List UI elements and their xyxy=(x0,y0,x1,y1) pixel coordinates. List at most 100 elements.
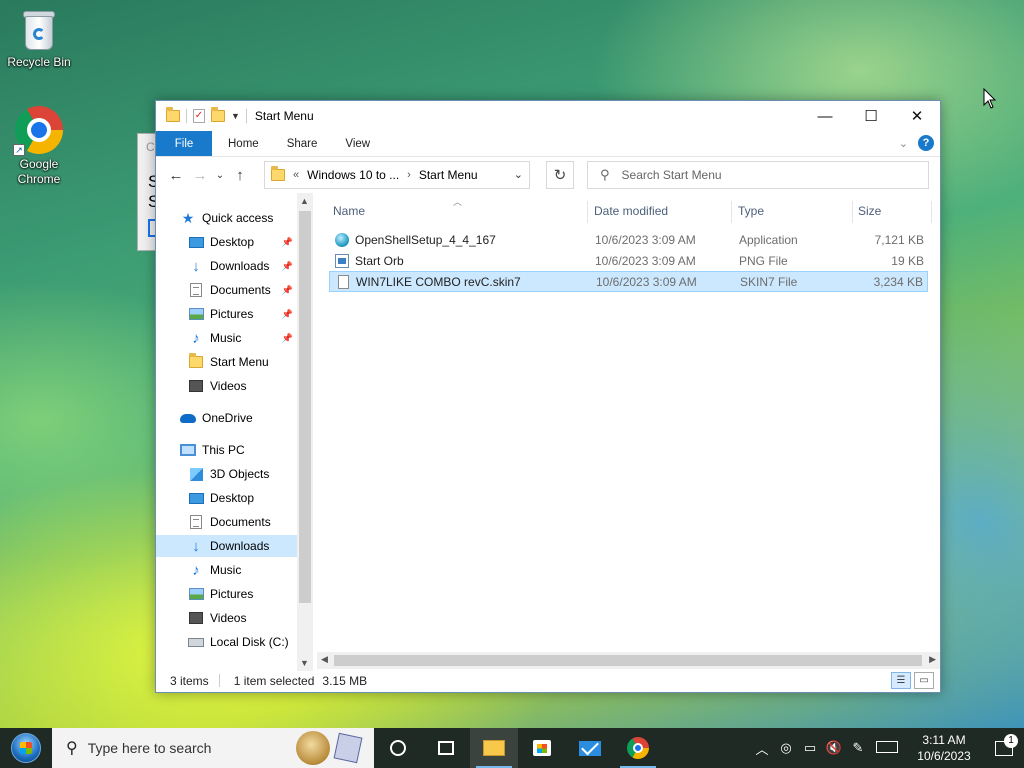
search-highlight-image[interactable] xyxy=(296,731,366,765)
table-row[interactable]: OpenShellSetup_4_4_167 10/6/2023 3:09 AM… xyxy=(329,230,928,251)
taskbar-chrome[interactable] xyxy=(614,728,662,768)
scrollbar-thumb[interactable] xyxy=(299,211,311,603)
maximize-button[interactable]: ☐ xyxy=(848,101,894,131)
pin-icon: 📌 xyxy=(281,332,293,343)
column-header-name[interactable]: Name xyxy=(333,204,365,218)
start-orb-icon xyxy=(11,733,41,763)
large-icons-view-button[interactable]: ▭ xyxy=(914,672,934,689)
tab-view[interactable]: View xyxy=(331,131,384,156)
chrome-icon xyxy=(627,737,649,759)
scrollbar-thumb[interactable] xyxy=(334,655,922,666)
nav-item-documents[interactable]: Documents xyxy=(156,511,297,533)
task-view-button[interactable] xyxy=(422,728,470,768)
minimize-button[interactable]: — xyxy=(802,101,848,131)
folder-icon xyxy=(166,107,180,122)
help-icon[interactable]: ? xyxy=(918,135,934,151)
cortana-button[interactable] xyxy=(374,728,422,768)
scroll-left-icon[interactable]: ◀ xyxy=(321,654,328,665)
desktop-icon-google-chrome[interactable]: ↗ Google Chrome xyxy=(1,106,77,187)
chevron-down-icon[interactable]: ⌄ xyxy=(514,168,523,181)
up-button[interactable]: ↑ xyxy=(228,167,252,184)
mouse-cursor-icon xyxy=(983,88,997,109)
system-tray: ︿ ◎ ▭ 🔇 ✎ 3:11 AM 10/6/2023 1 xyxy=(750,728,1024,768)
customize-toolbar-icon[interactable]: ▼ xyxy=(231,111,240,121)
nav-item-music[interactable]: ♪ Music 📌 xyxy=(156,327,297,349)
breadcrumb-item[interactable]: Start Menu xyxy=(419,168,478,182)
file-type: PNG File xyxy=(739,254,788,268)
nav-item-pictures[interactable]: Pictures xyxy=(156,583,297,605)
nav-item-desktop[interactable]: Desktop xyxy=(156,487,297,509)
start-button[interactable] xyxy=(0,728,52,768)
forward-button[interactable]: → xyxy=(188,167,212,184)
refresh-button[interactable]: ↻ xyxy=(546,161,574,189)
desktop-icon xyxy=(188,492,204,504)
breadcrumb-overflow[interactable]: « xyxy=(293,169,299,181)
title-bar[interactable]: ✓ ▼ Start Menu — ☐ ✕ xyxy=(156,101,940,131)
chevron-right-icon[interactable]: › xyxy=(407,169,411,181)
taskbar-search-placeholder: Type here to search xyxy=(87,740,212,756)
details-view-button[interactable]: ☰ xyxy=(891,672,911,689)
desktop-icon-label: Google Chrome xyxy=(17,157,61,186)
recent-locations-button[interactable]: ⌄ xyxy=(212,170,228,181)
music-icon: ♪ xyxy=(192,329,200,347)
close-button[interactable]: ✕ xyxy=(894,101,940,131)
desktop-icon xyxy=(188,236,204,248)
nav-item-3d-objects[interactable]: 3D Objects xyxy=(156,463,297,485)
nav-item-local-disk[interactable]: Local Disk (C:) xyxy=(156,631,297,653)
properties-icon[interactable]: ✓ xyxy=(193,109,205,123)
taskbar-mail[interactable] xyxy=(566,728,614,768)
address-bar[interactable]: « Windows 10 to ... › Start Menu ⌄ xyxy=(264,161,530,189)
table-row[interactable]: Start Orb 10/6/2023 3:09 AM PNG File 19 … xyxy=(329,251,928,272)
nav-item-downloads[interactable]: ↓ Downloads 📌 xyxy=(156,255,297,277)
horizontal-scrollbar[interactable]: ◀ ▶ xyxy=(317,652,940,669)
taskbar-store[interactable] xyxy=(518,728,566,768)
nav-this-pc[interactable]: This PC xyxy=(156,439,297,461)
touch-keyboard-icon[interactable] xyxy=(870,740,904,756)
column-header-size[interactable]: Size xyxy=(858,204,881,218)
volume-muted-icon[interactable]: 🔇 xyxy=(822,740,846,756)
nav-item-pictures[interactable]: Pictures 📌 xyxy=(156,303,297,325)
generic-file-icon xyxy=(338,275,349,289)
action-center-button[interactable]: 1 xyxy=(984,733,1024,756)
back-button[interactable]: ← xyxy=(164,167,188,184)
new-folder-icon[interactable] xyxy=(211,107,225,122)
nav-item-start-menu[interactable]: Start Menu xyxy=(156,351,297,373)
cube-icon xyxy=(189,467,203,481)
nav-item-downloads-selected[interactable]: ↓ Downloads xyxy=(156,535,297,557)
network-icon[interactable]: ▭ xyxy=(798,740,822,756)
navigation-scrollbar[interactable]: ▲ ▼ xyxy=(297,193,313,671)
desktop-icon-recycle-bin[interactable]: Recycle Bin xyxy=(1,8,77,70)
tab-home[interactable]: Home xyxy=(214,131,273,156)
nav-item-documents[interactable]: Documents 📌 xyxy=(156,279,297,301)
clock-time: 3:11 AM xyxy=(922,733,966,747)
item-count: 3 items xyxy=(170,673,209,688)
pen-workspace-icon[interactable]: ✎ xyxy=(846,740,870,756)
search-input[interactable]: ⚲ Search Start Menu xyxy=(587,161,929,189)
taskbar-file-explorer[interactable] xyxy=(470,728,518,768)
nav-onedrive[interactable]: OneDrive xyxy=(156,407,297,429)
table-row-selected[interactable]: WIN7LIKE COMBO revC.skin7 10/6/2023 3:09… xyxy=(329,271,928,292)
nav-item-videos[interactable]: Videos xyxy=(156,375,297,397)
tab-share[interactable]: Share xyxy=(273,131,332,156)
nav-item-videos[interactable]: Videos xyxy=(156,607,297,629)
scroll-right-icon[interactable]: ▶ xyxy=(929,654,936,665)
expand-ribbon-icon[interactable]: ⌄ xyxy=(899,137,908,150)
navigation-pane[interactable]: ★ Quick access Desktop 📌 ↓ Downloads 📌 Docum… xyxy=(156,193,312,671)
clock[interactable]: 3:11 AM 10/6/2023 xyxy=(904,732,984,764)
file-list[interactable]: ︿ Name Date modified Type Size OpenShell… xyxy=(317,193,940,651)
tab-file[interactable]: File xyxy=(156,131,212,156)
column-header-type[interactable]: Type xyxy=(738,204,764,218)
scroll-down-icon[interactable]: ▼ xyxy=(300,658,309,668)
show-hidden-icons-button[interactable]: ︿ xyxy=(750,739,774,758)
breadcrumb-item[interactable]: Windows 10 to ... xyxy=(307,168,399,182)
nav-item-music[interactable]: ♪ Music xyxy=(156,559,297,581)
meet-now-icon[interactable]: ◎ xyxy=(774,740,798,756)
file-explorer-window[interactable]: ✓ ▼ Start Menu — ☐ ✕ File Home Share Vie… xyxy=(155,100,941,693)
file-name: Start Orb xyxy=(355,254,404,268)
nav-item-desktop[interactable]: Desktop 📌 xyxy=(156,231,297,253)
taskbar-search-box[interactable]: ⚲ Type here to search xyxy=(52,728,374,768)
column-header-date[interactable]: Date modified xyxy=(594,204,668,218)
nav-quick-access[interactable]: ★ Quick access xyxy=(156,207,297,229)
scroll-up-icon[interactable]: ▲ xyxy=(300,196,309,206)
ribbon: File Home Share View ⌄ ? xyxy=(156,131,940,157)
